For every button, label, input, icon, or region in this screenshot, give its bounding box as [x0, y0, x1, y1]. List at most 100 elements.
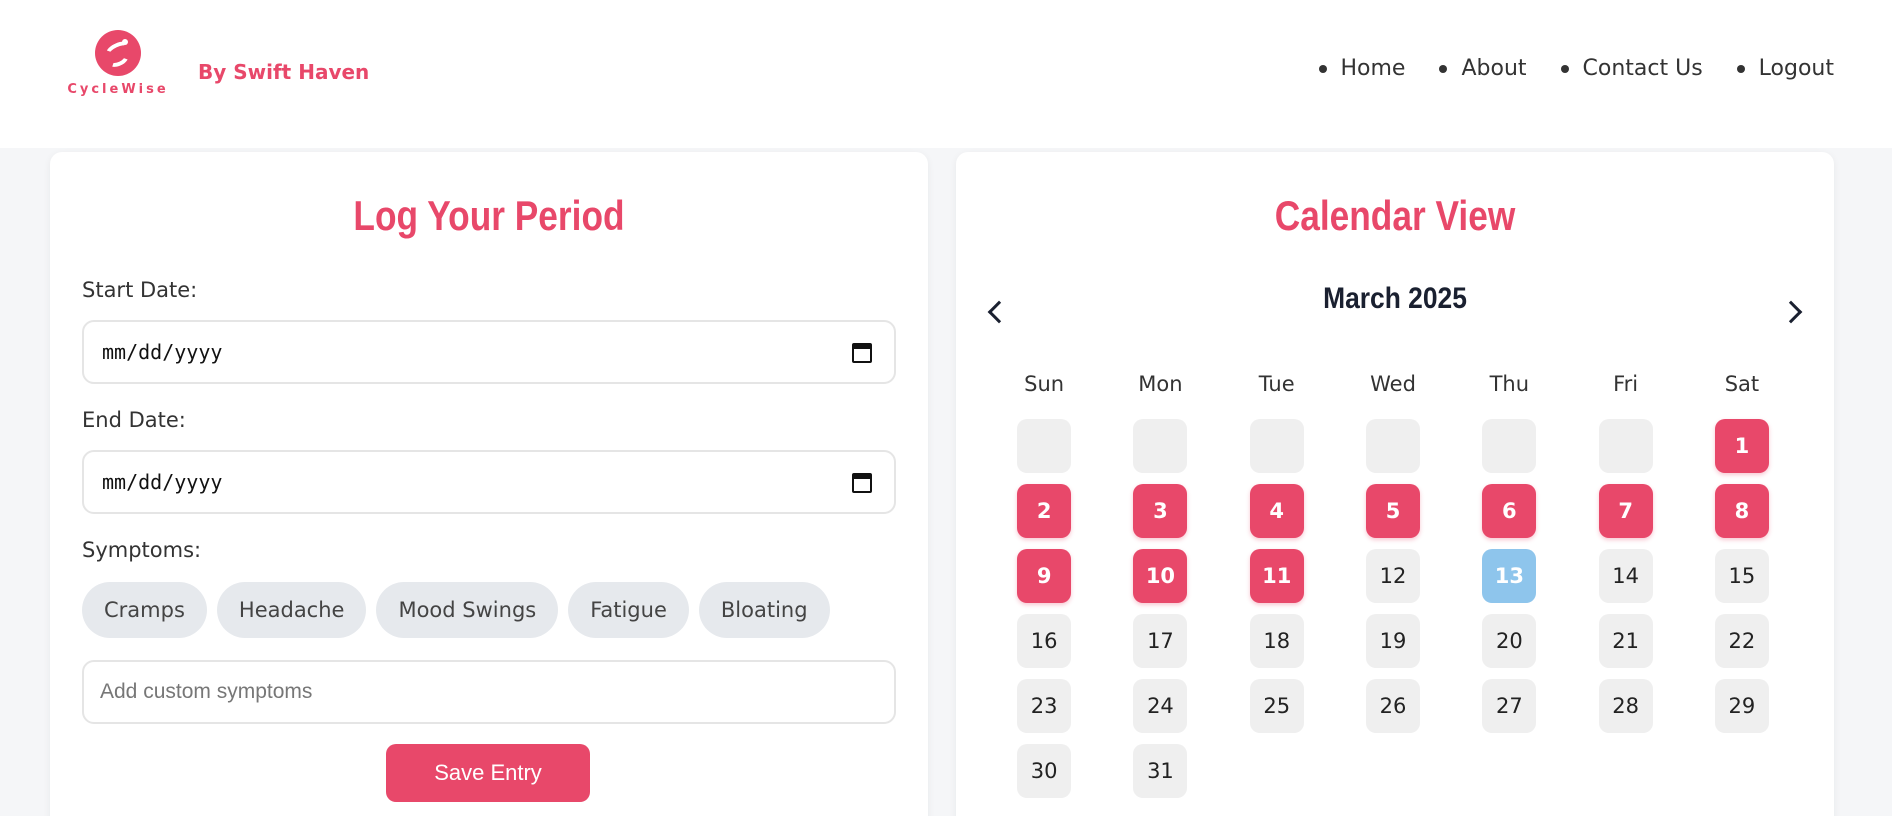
weekday-label: Sat: [1724, 372, 1760, 396]
start-date-label: Start Date:: [82, 278, 198, 302]
end-date-input[interactable]: mm/dd/yyyy: [82, 450, 896, 514]
nav-contact-us[interactable]: Contact Us: [1560, 56, 1703, 81]
logo[interactable]: CycleWise: [67, 30, 169, 106]
calendar-cell: 25: [1219, 679, 1335, 744]
calendar-cell: 3: [1102, 484, 1218, 549]
nav-about[interactable]: About: [1439, 56, 1527, 81]
calendar-day-26[interactable]: 26: [1366, 679, 1421, 733]
nav-label: Home: [1340, 56, 1406, 81]
calendar-icon[interactable]: [852, 343, 872, 363]
calendar-cell: 8: [1684, 484, 1800, 549]
weekday-label: Thu: [1489, 372, 1530, 396]
calendar-day-22[interactable]: 22: [1714, 614, 1769, 668]
calendar-cell: 13: [1451, 549, 1567, 614]
symptom-chip-headache[interactable]: Headache: [216, 582, 367, 638]
weekday-label: Mon: [1138, 372, 1183, 396]
byline: By Swift Haven: [198, 60, 370, 84]
calendar-cell: 10: [1102, 549, 1218, 614]
calendar-cell: 2: [986, 484, 1102, 549]
bullet-icon: [1736, 64, 1745, 73]
nav-label: About: [1461, 56, 1527, 81]
custom-symptoms-placeholder: Add custom symptoms: [100, 680, 313, 703]
log-period-card: Log Your Period Start Date: mm/dd/yyyy E…: [50, 152, 928, 816]
symptom-chip-mood-swings[interactable]: Mood Swings: [376, 582, 559, 638]
calendar-cell: 30: [986, 744, 1102, 809]
log-period-title: Log Your Period: [353, 192, 625, 239]
save-entry-button[interactable]: Save Entry: [386, 744, 590, 802]
logo-icon: [95, 30, 141, 76]
calendar-cell: 9: [986, 549, 1102, 614]
bullet-icon: [1560, 64, 1569, 73]
calendar-cell: 11: [1219, 549, 1335, 614]
logo-text: CycleWise: [67, 82, 169, 97]
calendar-day-6[interactable]: 6: [1482, 484, 1537, 538]
calendar-day-27[interactable]: 27: [1482, 679, 1537, 733]
calendar-icon[interactable]: [852, 473, 872, 493]
calendar-day-3[interactable]: 3: [1133, 484, 1188, 538]
calendar-day-empty: [1133, 419, 1188, 473]
calendar-cell: 23: [986, 679, 1102, 744]
nav-label: Logout: [1758, 56, 1834, 81]
calendar-day-31[interactable]: 31: [1133, 744, 1188, 798]
calendar-cell: 7: [1567, 484, 1683, 549]
calendar-cell: 4: [1219, 484, 1335, 549]
calendar-day-24[interactable]: 24: [1133, 679, 1188, 733]
calendar-day-7[interactable]: 7: [1598, 484, 1653, 538]
calendar-cell: 18: [1219, 614, 1335, 679]
calendar-day-8[interactable]: 8: [1714, 484, 1769, 538]
calendar-day-15[interactable]: 15: [1714, 549, 1769, 603]
calendar-day-14[interactable]: 14: [1598, 549, 1653, 603]
calendar-day-4[interactable]: 4: [1249, 484, 1304, 538]
next-month-button[interactable]: [1776, 294, 1812, 330]
calendar-day-2[interactable]: 2: [1017, 484, 1072, 538]
calendar-cell: 16: [986, 614, 1102, 679]
nav-home[interactable]: Home: [1318, 56, 1406, 81]
calendar-day-28[interactable]: 28: [1598, 679, 1653, 733]
chevron-left-icon: [987, 300, 1011, 324]
main-nav: Home About Contact Us Logout: [1318, 56, 1834, 81]
nav-logout[interactable]: Logout: [1736, 56, 1834, 81]
calendar-cell: 19: [1335, 614, 1451, 679]
calendar-cell-empty: [1451, 419, 1567, 484]
calendar-day-17[interactable]: 17: [1133, 614, 1188, 668]
bullet-icon: [1439, 64, 1448, 73]
calendar-day-9[interactable]: 9: [1017, 549, 1072, 603]
calendar-cell-empty: [1102, 419, 1218, 484]
symptom-chip-bloating[interactable]: Bloating: [698, 582, 830, 638]
start-date-value: mm/dd/yyyy: [102, 340, 223, 364]
symptom-chip-fatigue[interactable]: Fatigue: [568, 582, 689, 638]
calendar-day-20[interactable]: 20: [1482, 614, 1537, 668]
calendar-day-16[interactable]: 16: [1017, 614, 1072, 668]
symptom-chip-cramps[interactable]: Cramps: [82, 582, 207, 638]
calendar-cell: 31: [1102, 744, 1218, 809]
site-header: CycleWise By Swift Haven Home About Cont…: [0, 0, 1892, 148]
weekday-label: Wed: [1370, 372, 1416, 396]
weekday-header: Sun Mon Tue Wed Thu Fri Sat: [986, 372, 1800, 396]
calendar-day-1[interactable]: 1: [1714, 419, 1769, 473]
calendar-cell-empty: [1567, 419, 1683, 484]
custom-symptoms-input[interactable]: Add custom symptoms: [82, 660, 896, 724]
calendar-cell: 5: [1335, 484, 1451, 549]
calendar-day-25[interactable]: 25: [1249, 679, 1304, 733]
calendar-day-5[interactable]: 5: [1366, 484, 1421, 538]
calendar-day-10[interactable]: 10: [1133, 549, 1188, 603]
calendar-day-empty: [1366, 419, 1421, 473]
weekday-label: Tue: [1258, 372, 1295, 396]
calendar-day-18[interactable]: 18: [1249, 614, 1304, 668]
start-date-input[interactable]: mm/dd/yyyy: [82, 320, 896, 384]
calendar-day-29[interactable]: 29: [1714, 679, 1769, 733]
symptoms-label: Symptoms:: [82, 538, 202, 562]
weekday-label: Fri: [1613, 372, 1639, 396]
calendar-day-23[interactable]: 23: [1017, 679, 1072, 733]
calendar-day-11[interactable]: 11: [1249, 549, 1304, 603]
calendar-day-19[interactable]: 19: [1366, 614, 1421, 668]
calendar-day-30[interactable]: 30: [1017, 744, 1072, 798]
calendar-day-21[interactable]: 21: [1598, 614, 1653, 668]
calendar-cell: 20: [1451, 614, 1567, 679]
calendar-day-empty: [1598, 419, 1653, 473]
calendar-cell: 21: [1567, 614, 1683, 679]
calendar-cell: 12: [1335, 549, 1451, 614]
calendar-cell: 14: [1567, 549, 1683, 614]
calendar-day-12[interactable]: 12: [1366, 549, 1421, 603]
calendar-day-13[interactable]: 13: [1482, 549, 1537, 603]
